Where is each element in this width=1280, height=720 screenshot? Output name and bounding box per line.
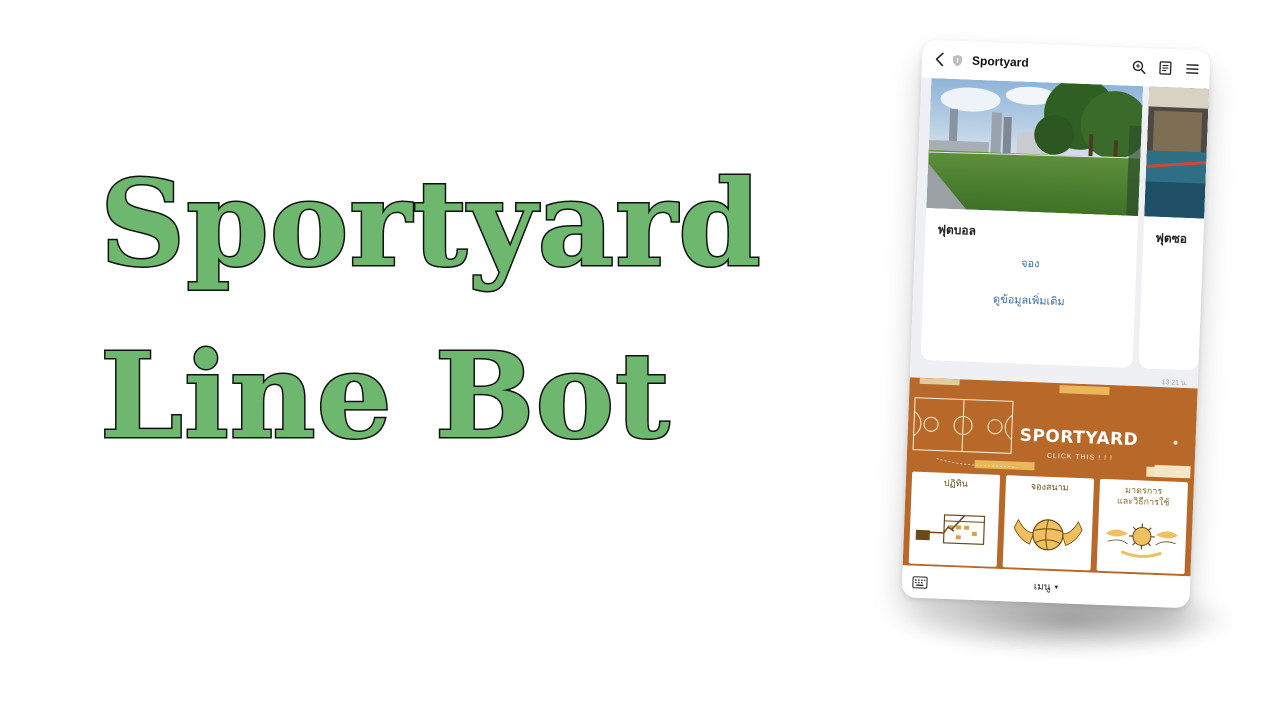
card-futsal[interactable]: ฟุตซอ [1138, 86, 1210, 371]
search-icon[interactable] [1131, 59, 1147, 75]
more-info-button[interactable]: ดูข้อมูลเพิ่มเติม [923, 287, 1136, 313]
keyboard-icon[interactable] [912, 575, 928, 589]
notes-icon[interactable] [1158, 60, 1174, 76]
hero-title: Sportyard Line Bot [99, 138, 860, 482]
card-carousel[interactable]: ฟุตบอล จอง ดูข้อมูลเพิ่มเติม ฟุตซอ [920, 78, 1211, 371]
rich-menu-toggle[interactable]: เมนู ▾ [1033, 579, 1059, 595]
futsal-court-photo [1144, 86, 1210, 219]
rich-menu-banner[interactable]: SPORTYARD CLICK THIS ! ! ! [906, 377, 1198, 481]
calendar-icon [915, 514, 986, 546]
rich-menu-tiles: ปฏิทิน จองสนาม มาตรการ และวิธีการใช้ [903, 471, 1194, 575]
hero-line-1: Sportyard [99, 153, 763, 295]
book-button[interactable]: จอง [924, 250, 1137, 276]
virus-icon [1106, 523, 1178, 558]
calendar-tile-label: ปฏิทิน [943, 478, 968, 490]
calendar-tile[interactable]: ปฏิทิน [908, 471, 1001, 567]
shield-icon [952, 53, 965, 67]
menu-icon[interactable] [1185, 61, 1201, 77]
chat-area: ฟุตบอล จอง ดูข้อมูลเพิ่มเติม ฟุตซอ 13:21… [909, 77, 1211, 389]
phone-screen: Sportyard ฟุตบอล จอง ดูข้อมูลเพิ่มเติม ฟ… [901, 39, 1211, 609]
caret-down-icon: ▾ [1054, 583, 1059, 592]
book-field-tile-label: จองสนาม [1030, 482, 1069, 494]
menu-toggle-label: เมนู [1033, 580, 1051, 593]
header-actions [1131, 59, 1201, 77]
hero-line-2: Line Bot [99, 325, 672, 467]
football-field-photo [926, 78, 1144, 217]
book-field-tile[interactable]: จองสนาม [1002, 475, 1095, 571]
card-football[interactable]: ฟุตบอล จอง ดูข้อมูลเพิ่มเติม [920, 78, 1144, 368]
chat-title: Sportyard [971, 53, 1029, 70]
card-title: ฟุตบอล [937, 222, 977, 238]
volleyball-icon [1013, 518, 1083, 551]
back-icon[interactable] [932, 51, 947, 68]
rules-tile[interactable]: มาตรการ และวิธีการใช้ [1096, 478, 1189, 575]
rich-menu: SPORTYARD CLICK THIS ! ! ! ปฏิทิน จองสนา… [902, 377, 1198, 577]
card-title: ฟุตซอ [1155, 230, 1188, 246]
